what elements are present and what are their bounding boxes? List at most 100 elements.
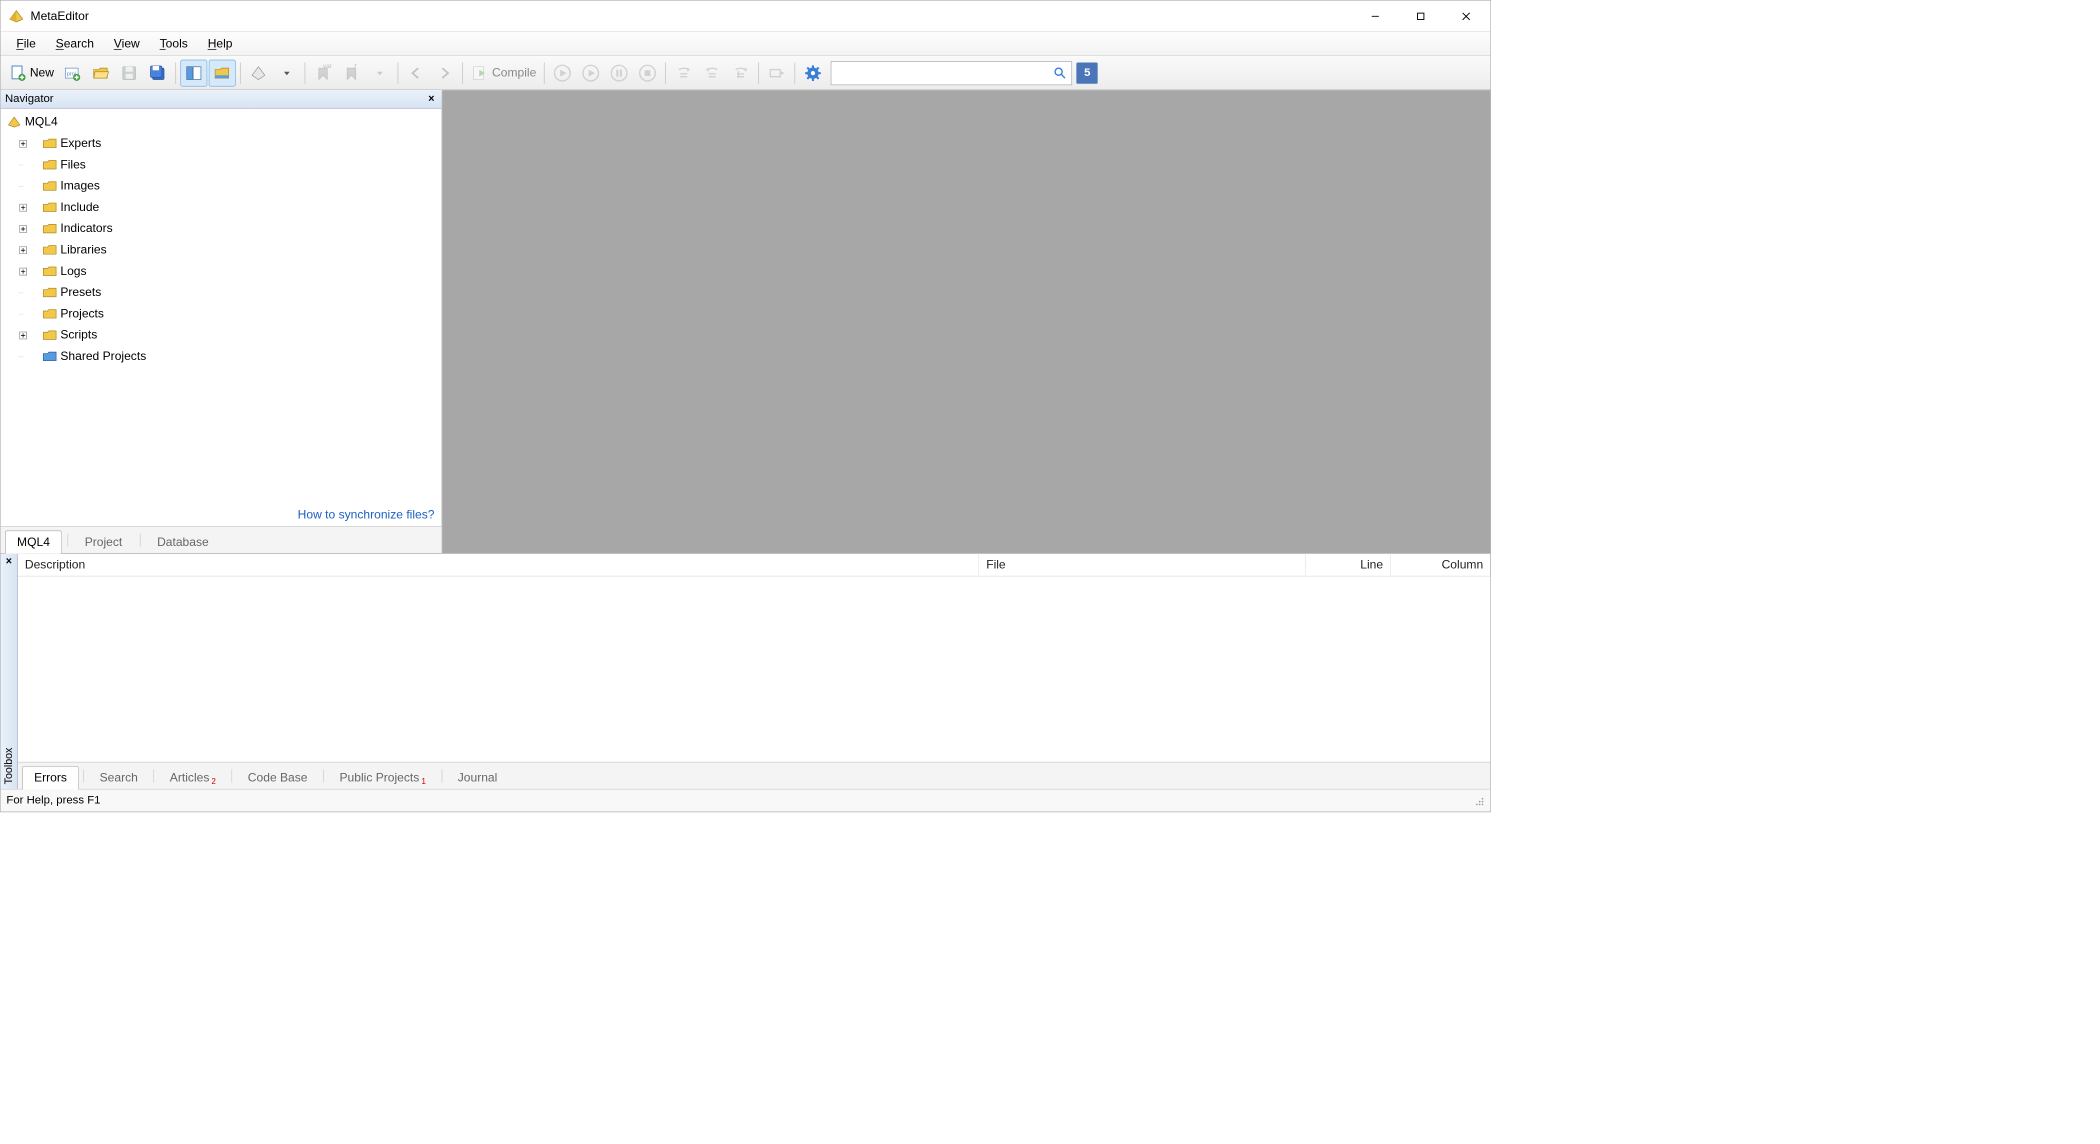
toolbox-tab-search[interactable]: Search xyxy=(88,767,149,790)
menu-help[interactable]: Help xyxy=(198,34,243,54)
nav-tab-mql4[interactable]: MQL4 xyxy=(5,530,62,553)
toolbox-tab-errors[interactable]: Errors xyxy=(22,766,79,789)
minimize-button[interactable] xyxy=(1353,0,1398,31)
settings-button[interactable] xyxy=(800,59,827,86)
expand-icon[interactable] xyxy=(15,267,31,275)
styler-dropdown[interactable] xyxy=(273,59,300,86)
nav-tab-database[interactable]: Database xyxy=(145,530,221,553)
navigator-toggle-button[interactable] xyxy=(180,59,207,86)
resize-grip-icon[interactable] xyxy=(1473,795,1484,806)
svg-text:f: f xyxy=(354,64,357,70)
debug-resume-button[interactable] xyxy=(577,59,604,86)
tree-item-label: Include xyxy=(60,200,99,214)
bookmark-func-button[interactable]: f xyxy=(338,59,365,86)
tree-root[interactable]: MQL4 xyxy=(2,111,440,132)
step-into-button[interactable] xyxy=(671,59,698,86)
toolbar-separator xyxy=(759,62,760,83)
folder-icon xyxy=(42,180,58,193)
tree-item[interactable]: Images xyxy=(2,175,440,196)
status-text: For Help, press F1 xyxy=(6,794,100,807)
nav-back-button[interactable] xyxy=(403,59,430,86)
save-all-button[interactable] xyxy=(144,59,171,86)
folder-icon xyxy=(42,286,58,299)
debug-pause-button[interactable] xyxy=(606,59,633,86)
toolbox-content xyxy=(18,577,1491,762)
toolbar-separator xyxy=(240,62,241,83)
column-file[interactable]: File xyxy=(979,554,1306,576)
tree-item[interactable]: Include xyxy=(2,197,440,218)
folder-icon xyxy=(42,201,58,214)
toolbar-separator xyxy=(398,62,399,83)
tree-item-label: Images xyxy=(60,179,100,193)
folder-icon xyxy=(42,244,58,257)
tree-item-label: Scripts xyxy=(60,328,97,342)
toolbox-tab-articles[interactable]: Articles2 xyxy=(158,767,227,790)
tree-item[interactable]: Libraries xyxy=(2,239,440,260)
folder-icon xyxy=(42,222,58,235)
debug-start-button[interactable] xyxy=(549,59,576,86)
step-over-button[interactable] xyxy=(699,59,726,86)
window-controls xyxy=(1353,0,1489,31)
tree-item[interactable]: Indicators xyxy=(2,218,440,239)
close-button[interactable] xyxy=(1443,0,1488,31)
toolbar-search[interactable] xyxy=(831,61,1072,85)
nav-forward-button[interactable] xyxy=(431,59,458,86)
mql5-community-button[interactable]: 5 xyxy=(1077,62,1098,83)
toolbox-tab-codebase[interactable]: Code Base xyxy=(236,767,318,790)
toolbox-close-button[interactable]: × xyxy=(6,555,12,567)
step-out-button[interactable] xyxy=(727,59,754,86)
compile-button[interactable]: Compile xyxy=(467,59,540,86)
open-button[interactable] xyxy=(87,59,114,86)
app-window: MetaEditor File Search View Tools Help N… xyxy=(0,0,1491,812)
tree-item[interactable]: Presets xyxy=(2,282,440,303)
public-projects-badge: 1 xyxy=(421,777,425,786)
menu-search[interactable]: Search xyxy=(46,34,104,54)
expand-icon[interactable] xyxy=(15,331,31,339)
styler-button[interactable] xyxy=(245,59,272,86)
expand-icon[interactable] xyxy=(15,246,31,254)
tree-item[interactable]: Logs xyxy=(2,261,440,282)
navigator-close-button[interactable]: × xyxy=(425,93,437,105)
column-line[interactable]: Line xyxy=(1306,554,1391,576)
nav-tab-project[interactable]: Project xyxy=(73,530,135,553)
expand-icon[interactable] xyxy=(15,225,31,233)
main-area: Navigator × MQL4 ExpertsFiles Images Inclu… xyxy=(1,90,1491,553)
column-column[interactable]: Column xyxy=(1391,554,1490,576)
navigator-tree: MQL4 ExpertsFiles Images Include Indicators… xyxy=(1,109,442,504)
toolbox-toggle-button[interactable] xyxy=(209,59,236,86)
menu-file[interactable]: File xyxy=(6,34,45,54)
bookmark-var-button[interactable]: var xyxy=(310,59,337,86)
menu-tools[interactable]: Tools xyxy=(150,34,198,54)
search-icon[interactable] xyxy=(1053,66,1067,80)
tree-connector-icon xyxy=(15,182,31,190)
toolbox-title: Toolbox xyxy=(3,748,15,785)
save-button[interactable] xyxy=(116,59,143,86)
new-button[interactable]: New xyxy=(5,59,58,86)
expand-icon[interactable] xyxy=(15,203,31,211)
tree-item[interactable]: Files xyxy=(2,154,440,175)
svg-text:var: var xyxy=(323,64,332,70)
tree-root-label: MQL4 xyxy=(25,115,58,129)
toolbox-tab-public-projects[interactable]: Public Projects1 xyxy=(328,767,437,790)
sync-help-link[interactable]: How to synchronize files? xyxy=(298,508,435,521)
tree-item[interactable]: Projects xyxy=(2,303,440,324)
tree-item-label: Shared Projects xyxy=(60,349,146,363)
navigator-title: Navigator xyxy=(5,93,54,106)
tree-item[interactable]: Scripts xyxy=(2,324,440,345)
menu-view[interactable]: View xyxy=(104,34,150,54)
folder-icon xyxy=(42,158,58,171)
terminal-button[interactable] xyxy=(764,59,791,86)
toolbox-tab-journal[interactable]: Journal xyxy=(446,767,508,790)
new-project-button[interactable]: proj xyxy=(59,59,86,86)
search-input[interactable] xyxy=(836,66,1053,79)
shared-folder-icon xyxy=(42,350,58,363)
titlebar: MetaEditor xyxy=(1,1,1491,32)
tree-connector-icon xyxy=(15,310,31,318)
tree-item[interactable]: Shared Projects xyxy=(2,346,440,367)
bookmark-dropdown[interactable] xyxy=(366,59,393,86)
expand-icon[interactable] xyxy=(15,140,31,148)
tree-item[interactable]: Experts xyxy=(2,133,440,154)
maximize-button[interactable] xyxy=(1398,0,1443,31)
debug-stop-button[interactable] xyxy=(634,59,661,86)
column-description[interactable]: Description xyxy=(18,554,979,576)
